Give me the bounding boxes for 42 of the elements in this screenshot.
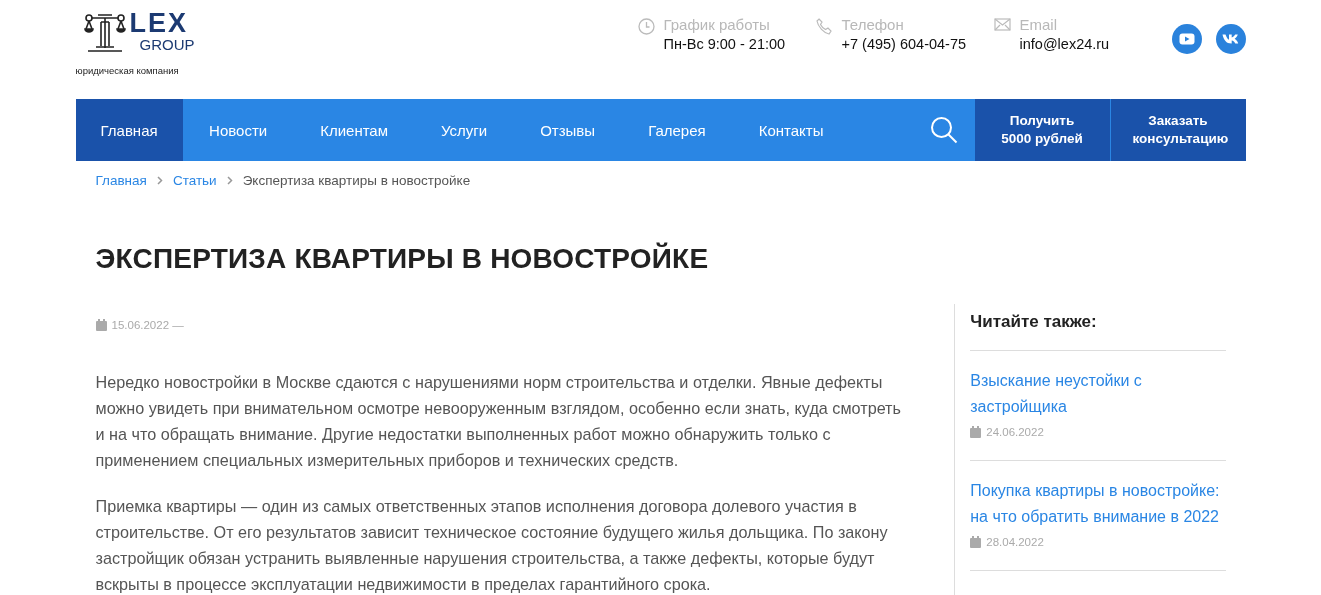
breadcrumb-current: Экспертиза квартиры в новостройке (242, 173, 471, 188)
page-title: ЭКСПЕРТИЗА КВАРТИРЫ В НОВОСТРОЙКЕ (95, 243, 710, 275)
logo-tagline: юридическая компания (75, 65, 179, 76)
contact-value: Пн-Вс 9:00 - 21:00 (663, 36, 786, 52)
article-paragraph: Нередко новостройки в Москве сдаются с нарушениями норм строительства и отделки. Явные дефекты можно увидеть при внимательном осмотре невооруженным взглядом, особенно если знать, куда смотреть и на что обращать внимание. Другие недостатки выполненных работ можно обнаружить только с применением специальных измерительных приборов и технических средств. (95, 372, 902, 471)
logo-wordmark: LEX (129, 10, 189, 37)
phone-icon (815, 18, 833, 35)
logo-subtitle: GROUP (139, 37, 195, 52)
contact-label: График работы (663, 16, 771, 33)
search-icon[interactable] (929, 116, 958, 144)
chevron-right-icon (156, 176, 163, 185)
nav-tab[interactable]: Услуги (414, 99, 514, 161)
clock-icon (637, 18, 655, 35)
contact-label: Телефон (841, 16, 905, 33)
article-date: 28.04.2022 (986, 536, 1044, 548)
calendar-icon (970, 426, 982, 438)
nav-tab[interactable]: Отзывы (513, 99, 622, 161)
nav-tab[interactable]: Контакты (732, 99, 850, 161)
video-play-icon[interactable] (1171, 24, 1202, 54)
nav-action-button[interactable]: Получить 5000 рублей (974, 99, 1110, 161)
sidebar-heading: Читайте также: (970, 312, 1226, 351)
nav-tab[interactable]: Галерея (621, 99, 733, 161)
nav-action-button[interactable]: Заказать консультацию (1110, 99, 1246, 161)
scales-icon (83, 12, 126, 52)
envelope-icon (993, 18, 1011, 31)
vk-icon[interactable] (1215, 24, 1246, 54)
related-article-link[interactable]: Покупка квартиры в новостройке: на что обратить внимание в 2022 (970, 478, 1226, 530)
article-date: 24.06.2022 (986, 426, 1044, 438)
article-paragraph: Приемка квартиры — один из самых ответственных этапов исполнения договора долевого участия в строительстве. От его результатов зависит техническое состояние будущего жилья дольщика. По закону застройщик обязан устранить выявленные нарушения строительства, а также дефекты, которые будут вскрыты в процессе эксплуатации недвижимости в пределах гарантийного срока. (95, 496, 889, 595)
related-article-link[interactable]: Взыскание неустойки с застройщика (970, 368, 1226, 420)
post-date: 15.06.2022 — (111, 319, 184, 331)
calendar-icon (95, 319, 107, 331)
nav-tab[interactable]: Главная (75, 99, 183, 161)
contact-label: Email (1019, 16, 1058, 33)
breadcrumb-link[interactable]: Главная (95, 173, 147, 188)
breadcrumb-link[interactable]: Статьи (172, 173, 217, 188)
nav-tab[interactable]: Новости (182, 99, 294, 161)
nav-tab[interactable]: Клиентам (293, 99, 415, 161)
contact-value: +7 (495) 604-04-75 (841, 36, 967, 52)
contact-value: info@lex24.ru (1019, 36, 1110, 52)
chevron-right-icon (226, 176, 233, 185)
calendar-icon (970, 536, 982, 548)
